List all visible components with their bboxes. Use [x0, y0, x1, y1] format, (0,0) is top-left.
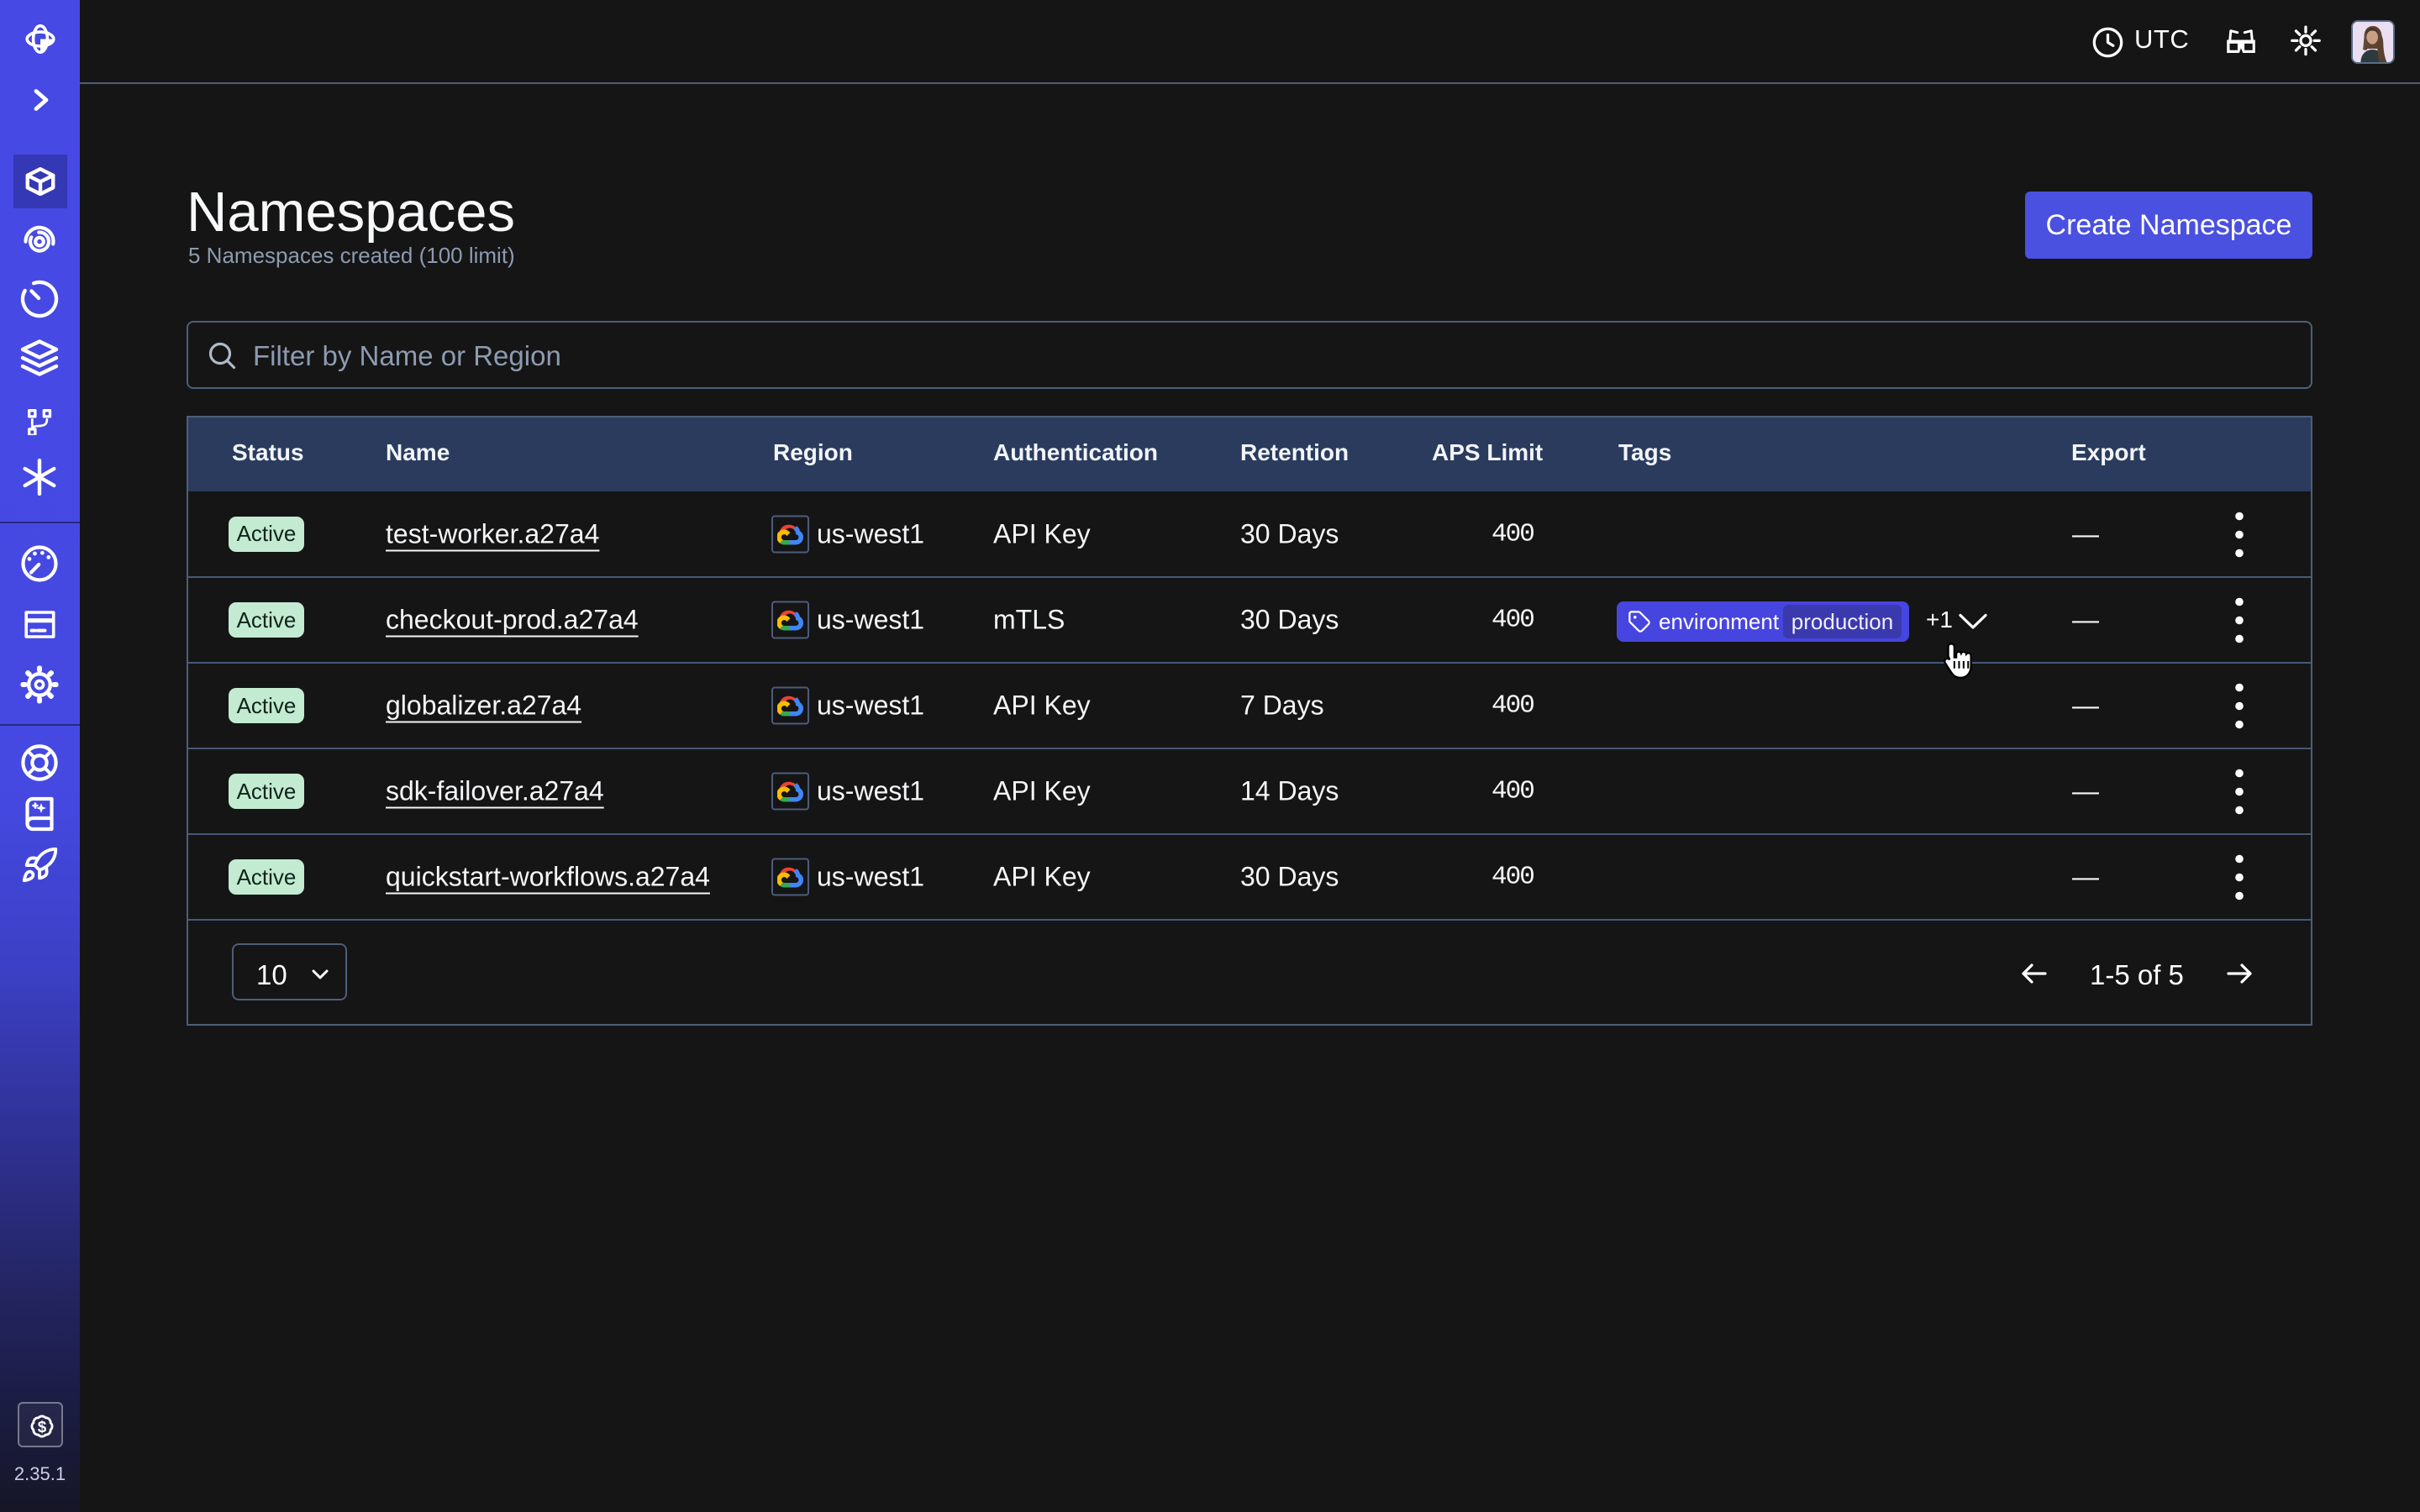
svg-text:$: $ — [38, 1419, 47, 1436]
